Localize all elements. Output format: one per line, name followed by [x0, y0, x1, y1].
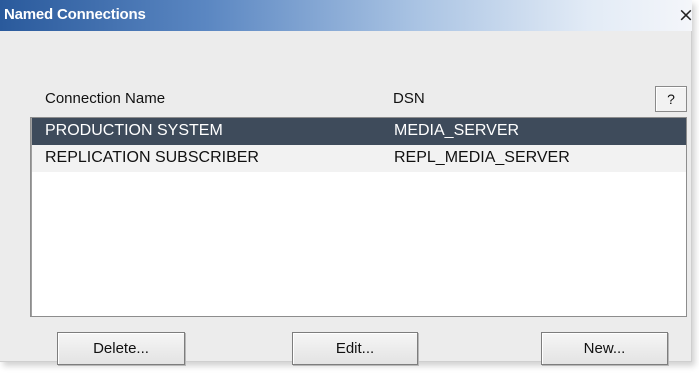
title-bar[interactable]: Named Connections [0, 0, 692, 31]
help-button[interactable]: ? [655, 86, 687, 112]
dialog-title: Named Connections [4, 6, 146, 23]
dsn-cell: MEDIA_SERVER [394, 122, 520, 139]
delete-button[interactable]: Delete... [57, 332, 185, 365]
named-connections-dialog: Named Connections × Connection Name DSN … [0, 0, 694, 365]
connection-name-cell: PRODUCTION SYSTEM [45, 122, 223, 139]
edit-button[interactable]: Edit... [292, 332, 418, 365]
list-item[interactable]: PRODUCTION SYSTEM MEDIA_SERVER [32, 118, 686, 145]
column-header-connection-name[interactable]: Connection Name [45, 90, 165, 107]
column-header-dsn[interactable]: DSN [393, 90, 425, 107]
close-icon[interactable]: × [676, 4, 696, 26]
window: Named Connections × Connection Name DSN … [0, 0, 699, 373]
connections-list[interactable]: PRODUCTION SYSTEM MEDIA_SERVER REPLICATI… [30, 117, 687, 317]
list-item[interactable]: REPLICATION SUBSCRIBER REPL_MEDIA_SERVER [32, 145, 686, 172]
new-button[interactable]: New... [541, 332, 668, 365]
connection-name-cell: REPLICATION SUBSCRIBER [45, 149, 259, 166]
dsn-cell: REPL_MEDIA_SERVER [394, 149, 570, 166]
